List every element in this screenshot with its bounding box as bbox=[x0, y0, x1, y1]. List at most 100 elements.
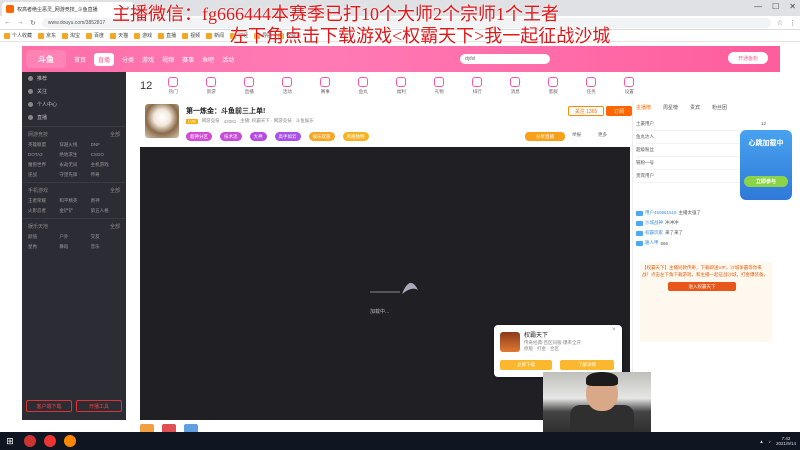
icon-strip-item[interactable]: 鱼丸 bbox=[346, 77, 380, 95]
sidebar-link[interactable]: 火影忍者 bbox=[28, 208, 57, 214]
app-icon[interactable] bbox=[44, 435, 56, 447]
sidebar-link[interactable]: DNF bbox=[91, 142, 120, 148]
sidebar-link[interactable]: 主机游戏 bbox=[91, 162, 120, 168]
star-icon[interactable]: ☆ bbox=[777, 19, 783, 27]
follow-button[interactable]: 关注 1365 bbox=[568, 106, 604, 116]
back-icon[interactable]: ← bbox=[4, 19, 11, 26]
floating-event-banner[interactable]: 心跳加载中 立即参与 bbox=[740, 130, 792, 200]
sidebar-link[interactable]: 金铲铲 bbox=[59, 208, 88, 214]
sidebar-link[interactable]: 王者荣耀 bbox=[28, 198, 57, 204]
sidebar-link[interactable]: 守望先锋 bbox=[59, 172, 88, 178]
sidebar-item-follow[interactable]: 关注 bbox=[22, 85, 126, 98]
icon-strip-item[interactable]: 赛事 bbox=[308, 77, 342, 95]
sidebar-item-profile[interactable]: 个人中心 bbox=[22, 98, 126, 111]
sidebar-link[interactable]: 音乐 bbox=[91, 244, 120, 250]
tab-fan-club[interactable]: 粉丝团 bbox=[712, 104, 727, 111]
icon-strip-item[interactable]: 任务 bbox=[574, 77, 608, 95]
room-tag[interactable]: 风格独特 bbox=[342, 132, 369, 141]
ad-close-icon[interactable]: × bbox=[612, 327, 616, 333]
more-button[interactable]: 更多 bbox=[598, 132, 607, 138]
menu-icon[interactable]: ⋮ bbox=[789, 19, 796, 27]
icon-strip-item[interactable]: 设置 bbox=[612, 77, 646, 95]
ad-details-button[interactable]: 了解详情 bbox=[560, 360, 614, 370]
sidebar-link[interactable]: CSGO bbox=[91, 152, 120, 158]
nav-live[interactable]: 直播 bbox=[94, 52, 115, 66]
streamer-avatar[interactable] bbox=[145, 104, 179, 138]
report-button[interactable]: 举报 bbox=[572, 132, 581, 138]
sidebar-link[interactable]: 逆战 bbox=[28, 172, 57, 178]
room-category[interactable]: 网游竞技 bbox=[202, 118, 220, 124]
banner-join-button[interactable]: 立即参与 bbox=[744, 176, 788, 187]
nav-home[interactable]: 首页 bbox=[74, 55, 86, 64]
tab-anchor-rank[interactable]: 主播榜 bbox=[636, 104, 651, 111]
sidebar-link[interactable]: 原神 bbox=[91, 198, 120, 204]
nav-fishbar[interactable]: 鱼吧 bbox=[202, 55, 214, 64]
bookmark-item[interactable]: 个人收藏 bbox=[4, 32, 32, 39]
tab-vip[interactable]: 贵宾 bbox=[690, 104, 700, 111]
search-input[interactable]: dyfsl bbox=[460, 54, 550, 64]
bookmark-item[interactable]: 京东 bbox=[38, 32, 56, 39]
sidebar-item-live[interactable]: 直播 bbox=[22, 111, 126, 124]
sidebar-link[interactable]: 永劫无间 bbox=[59, 162, 88, 168]
sidebar-link[interactable]: 第五人格 bbox=[91, 208, 120, 214]
nav-category[interactable]: 分类 bbox=[122, 55, 134, 64]
reload-icon[interactable]: ↻ bbox=[30, 19, 36, 27]
download-client-button[interactable]: 客户端下载 bbox=[26, 400, 72, 412]
sidebar-link[interactable]: 户外 bbox=[59, 234, 88, 240]
sidebar-link[interactable]: 颜值 bbox=[28, 234, 57, 240]
open-fan-button[interactable]: 开通鱼粉 bbox=[728, 52, 768, 64]
icon-strip-item[interactable]: 直播 bbox=[232, 77, 266, 95]
icon-strip-item[interactable]: 排行 bbox=[460, 77, 494, 95]
nav-events[interactable]: 赛事 bbox=[182, 55, 194, 64]
bookmark-item[interactable]: 游戏 bbox=[134, 32, 152, 39]
bookmark-item[interactable]: 百度 bbox=[86, 32, 104, 39]
broadcast-tool-button[interactable]: 开播工具 bbox=[76, 400, 122, 412]
tab-weekly-star[interactable]: 周星榜 bbox=[663, 104, 678, 111]
volume-icon[interactable]: ♪ bbox=[769, 439, 771, 444]
icon-strip-item[interactable]: 活动 bbox=[270, 77, 304, 95]
icon-strip-item[interactable]: 消息 bbox=[498, 77, 532, 95]
nav-games[interactable]: 游戏 bbox=[142, 55, 154, 64]
maximize-button[interactable]: ☐ bbox=[772, 2, 779, 11]
sidebar-link[interactable]: 星秀 bbox=[28, 244, 57, 250]
room-tag[interactable]: 高手如云 bbox=[274, 132, 301, 141]
icon-strip-item[interactable]: 礼物 bbox=[422, 77, 456, 95]
close-window-button[interactable]: ✕ bbox=[789, 2, 796, 11]
sidebar-link[interactable]: 魔兽世界 bbox=[28, 162, 57, 168]
sidebar-link[interactable]: 交友 bbox=[91, 234, 120, 240]
nav-video[interactable]: 视频 bbox=[162, 55, 174, 64]
room-tag[interactable]: 超神分区 bbox=[186, 132, 212, 141]
minimize-button[interactable]: — bbox=[754, 2, 762, 11]
forward-icon[interactable]: → bbox=[17, 19, 24, 26]
sidebar-link[interactable]: DOTA2 bbox=[28, 152, 57, 158]
bookmark-item[interactable]: 新闻 bbox=[206, 32, 224, 39]
app-icon[interactable] bbox=[24, 435, 36, 447]
bookmark-item[interactable]: 淘宝 bbox=[62, 32, 80, 39]
clock[interactable]: 7:42 2021/9/14 bbox=[776, 436, 796, 446]
icon-strip-item[interactable]: 新游 bbox=[194, 77, 228, 95]
share-button[interactable]: 分享直播 bbox=[525, 132, 565, 141]
nav-activity[interactable]: 活动 bbox=[222, 55, 234, 64]
bookmark-item[interactable]: 视频 bbox=[182, 32, 200, 39]
icon-strip-item[interactable]: 热门 bbox=[156, 77, 190, 95]
bookmark-item[interactable]: 直播 bbox=[158, 32, 176, 39]
sidebar-link[interactable]: 传奇 bbox=[91, 172, 120, 178]
firefox-icon[interactable] bbox=[64, 435, 76, 447]
notice-enter-button[interactable]: 进入权霸天下 bbox=[668, 282, 736, 291]
sidebar-item-recommend[interactable]: 推荐 bbox=[22, 72, 126, 85]
subscribe-button[interactable]: 订阅 bbox=[606, 106, 632, 116]
site-logo[interactable]: 斗鱼 bbox=[26, 50, 66, 68]
ad-download-button[interactable]: 立即下载 bbox=[500, 360, 552, 370]
room-tag[interactable]: 技术流 bbox=[220, 132, 242, 141]
sidebar-link[interactable]: 绝地求生 bbox=[59, 152, 88, 158]
sidebar-link[interactable]: 舞蹈 bbox=[59, 244, 88, 250]
icon-strip-item[interactable]: 福利 bbox=[384, 77, 418, 95]
sidebar-link[interactable]: 和平精英 bbox=[59, 198, 88, 204]
room-tag[interactable]: 大神 bbox=[249, 132, 267, 141]
sidebar-link[interactable]: 英雄联盟 bbox=[28, 142, 57, 148]
bookmark-item[interactable]: 天猫 bbox=[110, 32, 128, 39]
room-tag[interactable]: 娱乐玩家 bbox=[308, 132, 335, 141]
sidebar-link[interactable]: 穿越火线 bbox=[59, 142, 88, 148]
network-icon[interactable]: ▲ bbox=[759, 439, 763, 444]
icon-strip-item[interactable]: 客服 bbox=[536, 77, 570, 95]
